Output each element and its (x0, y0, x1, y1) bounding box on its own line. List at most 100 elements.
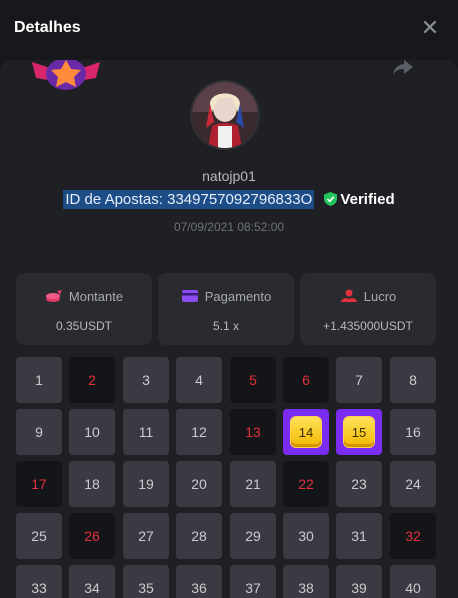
grid-cell-number: 25 (31, 528, 47, 544)
grid-cell-number: 30 (298, 528, 314, 544)
stat-amount-label: Montante (68, 289, 124, 304)
grid-cell-number: 1 (35, 372, 43, 388)
grid-cell-number: 38 (298, 580, 314, 596)
grid-cell-32[interactable]: 32 (390, 513, 436, 559)
gem-icon: 14 (291, 417, 321, 447)
stat-payout-label: Pagamento (204, 289, 272, 304)
stat-payout-value: 5.1 x (212, 319, 239, 333)
grid-cell-6[interactable]: 6 (283, 357, 329, 403)
grid-cell-31[interactable]: 31 (336, 513, 382, 559)
grid-cell-number: 24 (405, 476, 421, 492)
grid-cell-number: 11 (138, 424, 154, 440)
stats-row: Montante 0.35USDT Pagamento 5.1 x Lucro … (16, 273, 436, 347)
grid-cell-number: 23 (351, 476, 367, 492)
grid-cell-33[interactable]: 33 (16, 565, 62, 598)
grid-cell-18[interactable]: 18 (69, 461, 115, 507)
dialog-header: Detalhes ✕ (0, 0, 458, 60)
grid-cell-9[interactable]: 9 (16, 409, 62, 455)
grid-cell-number: 36 (191, 580, 207, 596)
grid-cell-13[interactable]: 13 (230, 409, 276, 455)
grid-cell-number: 32 (405, 528, 421, 544)
grid-cell-number: 3 (142, 372, 150, 388)
close-icon[interactable]: ✕ (420, 17, 440, 39)
grid-cell-number: 9 (35, 424, 43, 440)
grid-cell-25[interactable]: 25 (16, 513, 62, 559)
grid-cell-23[interactable]: 23 (336, 461, 382, 507)
grid-cell-30[interactable]: 30 (283, 513, 329, 559)
stat-payout: Pagamento 5.1 x (158, 273, 294, 345)
share-icon[interactable] (392, 60, 414, 76)
grid-cell-26[interactable]: 26 (69, 513, 115, 559)
grid-cell-27[interactable]: 27 (123, 513, 169, 559)
grid-cell-number: 40 (405, 580, 421, 596)
grid-cell-number: 34 (84, 580, 100, 596)
grid-cell-number: 33 (31, 580, 47, 596)
grid-cell-number: 12 (191, 424, 207, 440)
grid-cell-7[interactable]: 7 (336, 357, 382, 403)
grid-cell-number: 31 (351, 528, 367, 544)
gem-icon: 15 (344, 417, 374, 447)
grid-cell-16[interactable]: 16 (390, 409, 436, 455)
stat-amount: Montante 0.35USDT (16, 273, 152, 345)
grid-cell-4[interactable]: 4 (176, 357, 222, 403)
grid-cell-38[interactable]: 38 (283, 565, 329, 598)
grid-cell-number: 29 (245, 528, 261, 544)
grid-cell-34[interactable]: 34 (69, 565, 115, 598)
grid-cell-number: 19 (138, 476, 154, 492)
grid-cell-number: 2 (88, 372, 96, 388)
grid-cell-number: 18 (84, 476, 100, 492)
grid-cell-14[interactable]: 14 (283, 409, 329, 455)
grid-cell-29[interactable]: 29 (230, 513, 276, 559)
grid-cell-22[interactable]: 22 (283, 461, 329, 507)
username: natojp01 (202, 168, 256, 184)
grid-cell-8[interactable]: 8 (390, 357, 436, 403)
grid-cell-36[interactable]: 36 (176, 565, 222, 598)
stat-profit-value: +1.435000USDT (323, 319, 413, 333)
bet-details-panel: natojp01 ID de Apostas: 3349757092796833… (0, 60, 458, 598)
verified-badge: Verified (324, 191, 395, 208)
stat-profit-label: Lucro (363, 289, 397, 304)
grid-cell-19[interactable]: 19 (123, 461, 169, 507)
grid-cell-number: 4 (195, 372, 203, 388)
grid-cell-number: 21 (245, 476, 261, 492)
grid-cell-number: 27 (138, 528, 154, 544)
grid-cell-number: 8 (409, 372, 417, 388)
grid-cell-15[interactable]: 15 (336, 409, 382, 455)
grid-cell-11[interactable]: 11 (123, 409, 169, 455)
grid-cell-21[interactable]: 21 (230, 461, 276, 507)
bet-id-row: ID de Apostas: 3349757092796833O Verifie… (0, 190, 458, 209)
stat-profit: Lucro +1.435000USDT (300, 273, 436, 345)
grid-cell-2[interactable]: 2 (69, 357, 115, 403)
grid-cell-number: 13 (245, 424, 261, 440)
grid-cell-10[interactable]: 10 (69, 409, 115, 455)
grid-cell-number: 16 (405, 424, 421, 440)
grid-cell-number: 39 (351, 580, 367, 596)
grid-cell-3[interactable]: 3 (123, 357, 169, 403)
grid-cell-number: 37 (245, 580, 261, 596)
grid-cell-number: 35 (138, 580, 154, 596)
avatar-image (192, 82, 258, 148)
coins-icon (45, 290, 62, 302)
grid-cell-37[interactable]: 37 (230, 565, 276, 598)
profit-icon (340, 289, 357, 302)
shield-check-icon (324, 192, 338, 206)
grid-cell-17[interactable]: 17 (16, 461, 62, 507)
grid-cell-20[interactable]: 20 (176, 461, 222, 507)
grid-cell-40[interactable]: 40 (390, 565, 436, 598)
stat-amount-value: 0.35USDT (55, 319, 113, 333)
grid-cell-35[interactable]: 35 (123, 565, 169, 598)
grid-cell-1[interactable]: 1 (16, 357, 62, 403)
grid-cell-24[interactable]: 24 (390, 461, 436, 507)
verified-label: Verified (340, 191, 395, 208)
grid-cell-number: 22 (298, 476, 314, 492)
grid-cell-number: 5 (249, 372, 257, 388)
grid-cell-28[interactable]: 28 (176, 513, 222, 559)
grid-cell-5[interactable]: 5 (230, 357, 276, 403)
grid-cell-12[interactable]: 12 (176, 409, 222, 455)
grid-cell-number: 10 (84, 424, 100, 440)
grid-cell-number: 6 (302, 372, 310, 388)
grid-cell-39[interactable]: 39 (336, 565, 382, 598)
avatar[interactable] (190, 80, 260, 150)
bet-timestamp: 07/09/2021 08:52:00 (173, 220, 285, 234)
bet-id[interactable]: ID de Apostas: 3349757092796833O (63, 190, 315, 209)
